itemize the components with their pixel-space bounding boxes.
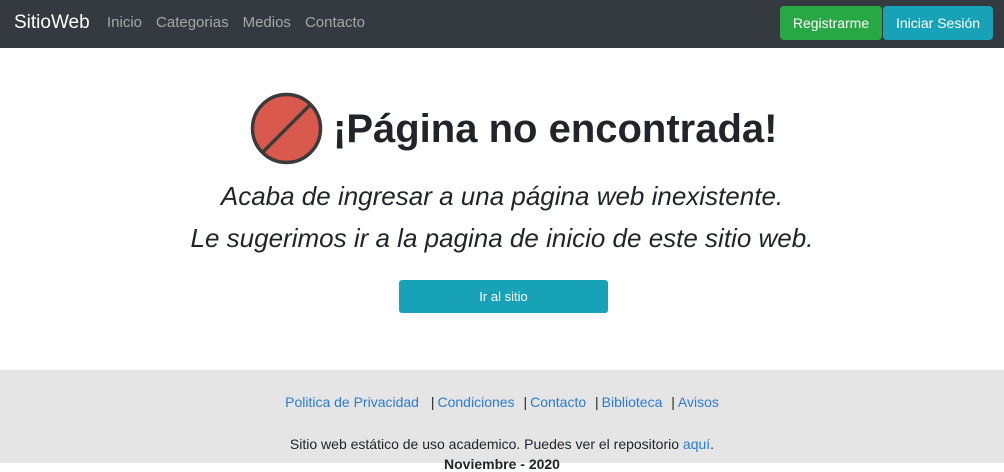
- no-entry-icon: [250, 92, 323, 165]
- brand-logo[interactable]: SitioWeb: [14, 11, 90, 35]
- footer-separator: |: [671, 394, 675, 410]
- subtitle-line-2: Le sugerimos ir a la pagina de inicio de…: [190, 223, 814, 253]
- go-to-site-button[interactable]: Ir al sitio: [399, 280, 608, 313]
- footer: Politica de Privacidad | Condiciones | Con…: [0, 370, 1004, 472]
- register-button[interactable]: Registrarme: [780, 6, 882, 40]
- nav-link-inicio[interactable]: Inicio: [107, 14, 142, 32]
- nav-link-contacto[interactable]: Contacto: [305, 14, 365, 32]
- footer-text: Sitio web estático de uso academico. Pue…: [0, 436, 1004, 452]
- footer-separator: |: [523, 394, 528, 410]
- nav-link-categorias[interactable]: Categorias: [156, 14, 229, 32]
- footer-text-prefix: Sitio web estático de uso academico. Pue…: [289, 436, 683, 452]
- footer-text-suffix: .: [710, 436, 715, 452]
- login-button[interactable]: Iniciar Sesión: [883, 6, 993, 40]
- footer-separator: |: [430, 394, 435, 410]
- repository-link[interactable]: aquí: [683, 436, 710, 452]
- footer-date: Noviembre - 2020: [444, 456, 560, 472]
- footer-link-privacy[interactable]: Politica de Privacidad: [285, 394, 419, 410]
- footer-link-conditions[interactable]: Condiciones: [438, 394, 515, 410]
- page-title: ¡Página no encontrada!: [333, 106, 778, 151]
- main-content: ¡Página no encontrada! Acaba de ingresar…: [0, 48, 1004, 370]
- footer-link-notices[interactable]: Avisos: [678, 394, 719, 410]
- footer-link-library[interactable]: Biblioteca: [602, 394, 663, 410]
- footer-separator: |: [595, 394, 599, 410]
- footer-links: Politica de Privacidad | Condiciones | Con…: [0, 394, 1004, 410]
- nav-links: Inicio Categorias Medios Contacto: [107, 14, 379, 32]
- nav-link-medios[interactable]: Medios: [243, 14, 291, 32]
- footer-link-contact[interactable]: Contacto: [530, 394, 586, 410]
- top-navbar: SitioWeb Inicio Categorias Medios Contac…: [0, 0, 1004, 48]
- subtitle-line-1: Acaba de ingresar a una página web inexi…: [220, 181, 784, 211]
- title-row: ¡Página no encontrada!: [250, 92, 778, 165]
